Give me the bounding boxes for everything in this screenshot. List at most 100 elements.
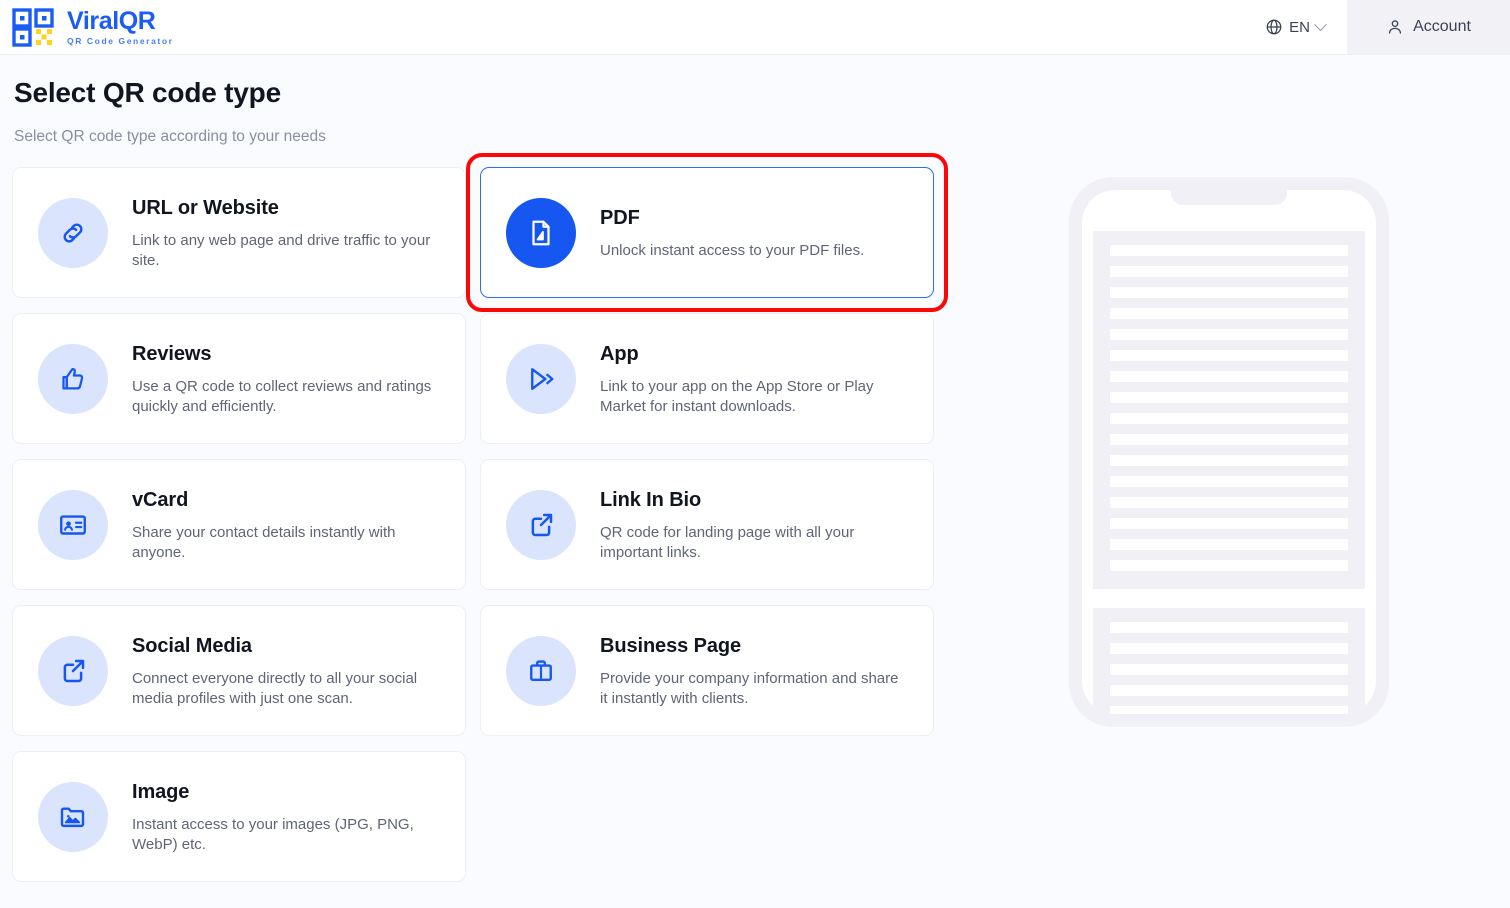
app-header: ViralQR QR Code Generator EN Account xyxy=(0,0,1510,55)
card-wrap-link-in-bio: Link In Bio QR code for landing page wit… xyxy=(480,459,934,590)
qr-type-card-pdf[interactable]: PDF Unlock instant access to your PDF fi… xyxy=(480,167,934,298)
card-description: QR code for landing page with all your i… xyxy=(600,523,855,561)
qr-type-card-vcard[interactable]: vCard Share your contact details instant… xyxy=(12,459,466,590)
page-content: URL or Website Link to any web page and … xyxy=(0,146,1510,882)
qr-type-card-image[interactable]: Image Instant access to your images (JPG… xyxy=(12,751,466,882)
card-body: vCard Share your contact details instant… xyxy=(132,487,438,563)
image-folder-icon xyxy=(60,806,85,827)
card-wrap-social-media: Social Media Connect everyone directly t… xyxy=(12,605,466,736)
skeleton-line xyxy=(1110,518,1348,529)
icon-circle xyxy=(506,489,576,560)
brand-name: ViralQR xyxy=(67,6,156,35)
qr-type-card-url-or-website[interactable]: URL or Website Link to any web page and … xyxy=(12,167,466,298)
account-button[interactable]: Account xyxy=(1347,0,1510,54)
thumbs-up-icon xyxy=(62,367,84,389)
phone-notch xyxy=(1171,190,1287,205)
phone-mockup xyxy=(1069,177,1389,727)
card-title: vCard xyxy=(132,488,189,511)
pdf-document-icon xyxy=(532,220,550,245)
skeleton-line xyxy=(1110,455,1348,466)
icon-circle xyxy=(38,489,108,560)
skeleton-line xyxy=(1110,560,1348,571)
card-description: Share your contact details instantly wit… xyxy=(132,523,396,561)
qr-type-card-grid: URL or Website Link to any web page and … xyxy=(0,153,948,882)
card-title: URL or Website xyxy=(132,196,279,219)
briefcase-icon xyxy=(530,659,552,681)
card-body: PDF Unlock instant access to your PDF fi… xyxy=(600,205,864,261)
card-description: Provide your company information and sha… xyxy=(600,669,899,707)
contact-card-icon xyxy=(60,514,86,535)
skeleton-line xyxy=(1110,308,1348,319)
skeleton-line xyxy=(1110,287,1348,298)
card-body: Image Instant access to your images (JPG… xyxy=(132,779,438,855)
skeleton-line xyxy=(1110,643,1348,654)
play-store-icon xyxy=(531,367,554,390)
user-icon xyxy=(1389,20,1402,34)
qr-type-card-app[interactable]: App Link to your app on the App Store or… xyxy=(480,313,934,444)
card-body: URL or Website Link to any web page and … xyxy=(132,195,438,271)
phone-screen xyxy=(1082,190,1376,714)
card-body: Reviews Use a QR code to collect reviews… xyxy=(132,341,438,417)
skeleton-line xyxy=(1110,413,1348,424)
card-wrap-business-page: Business Page Provide your company infor… xyxy=(480,605,934,736)
card-title: App xyxy=(600,342,639,365)
card-title: Image xyxy=(132,780,190,803)
globe-icon xyxy=(1266,19,1282,35)
card-wrap-pdf-highlighted: PDF Unlock instant access to your PDF fi… xyxy=(466,153,948,312)
card-description: Link to any web page and drive traffic t… xyxy=(132,231,431,269)
icon-circle xyxy=(506,343,576,414)
brand-logo[interactable]: ViralQR QR Code Generator xyxy=(0,0,174,54)
external-link-icon xyxy=(63,659,85,682)
page-subtitle: Select QR code type according to your ne… xyxy=(14,128,326,145)
skeleton-line xyxy=(1110,476,1348,487)
qr-type-card-social-media[interactable]: Social Media Connect everyone directly t… xyxy=(12,605,466,736)
skeleton-line xyxy=(1110,622,1348,633)
page-header: Select QR code type Select QR code type … xyxy=(0,55,1510,146)
card-wrap-image: Image Instant access to your images (JPG… xyxy=(12,751,466,882)
qr-type-card-link-in-bio[interactable]: Link In Bio QR code for landing page wit… xyxy=(480,459,934,590)
skeleton-line xyxy=(1110,392,1348,403)
skeleton-line xyxy=(1110,434,1348,445)
card-description: Instant access to your images (JPG, PNG,… xyxy=(132,815,414,853)
brand-tagline: QR Code Generator xyxy=(67,35,174,46)
skeleton-line xyxy=(1110,539,1348,550)
card-body: Social Media Connect everyone directly t… xyxy=(132,633,438,709)
icon-circle xyxy=(38,635,108,706)
skeleton-line xyxy=(1110,350,1348,361)
preview-panel xyxy=(948,167,1510,882)
card-body: App Link to your app on the App Store or… xyxy=(600,341,906,417)
language-label: EN xyxy=(1289,18,1310,36)
header-spacer xyxy=(174,0,1244,54)
card-wrap-url: URL or Website Link to any web page and … xyxy=(12,167,466,298)
skeleton-line xyxy=(1110,664,1348,675)
card-description: Link to your app on the App Store or Pla… xyxy=(600,377,874,415)
card-body: Link In Bio QR code for landing page wit… xyxy=(600,487,906,563)
qr-type-card-reviews[interactable]: Reviews Use a QR code to collect reviews… xyxy=(12,313,466,444)
card-description: Use a QR code to collect reviews and rat… xyxy=(132,377,432,415)
card-wrap-app: App Link to your app on the App Store or… xyxy=(480,313,934,444)
card-title: Reviews xyxy=(132,342,212,365)
skeleton-line xyxy=(1110,706,1348,714)
skeleton-line xyxy=(1110,371,1348,382)
card-title: Link In Bio xyxy=(600,488,702,511)
external-link-icon xyxy=(531,513,553,536)
qr-type-card-business-page[interactable]: Business Page Provide your company infor… xyxy=(480,605,934,736)
skeleton-line xyxy=(1110,497,1348,508)
skeleton-line xyxy=(1110,329,1348,340)
chevron-down-icon xyxy=(1314,17,1327,31)
card-wrap-vcard: vCard Share your contact details instant… xyxy=(12,459,466,590)
skeleton-line xyxy=(1110,685,1348,696)
link-chain-icon xyxy=(63,223,83,242)
card-description: Unlock instant access to your PDF files. xyxy=(600,241,865,259)
language-selector[interactable]: EN xyxy=(1243,0,1347,54)
skeleton-block-primary xyxy=(1093,231,1365,589)
card-title: Social Media xyxy=(132,634,252,657)
skeleton-block-secondary xyxy=(1093,608,1365,714)
card-title: Business Page xyxy=(600,634,741,657)
card-body: Business Page Provide your company infor… xyxy=(600,633,906,709)
viralqr-qr-mark-icon xyxy=(12,8,54,47)
icon-circle xyxy=(38,197,108,268)
card-description: Connect everyone directly to all your so… xyxy=(132,669,418,707)
icon-circle xyxy=(38,781,108,852)
card-wrap-reviews: Reviews Use a QR code to collect reviews… xyxy=(12,313,466,444)
